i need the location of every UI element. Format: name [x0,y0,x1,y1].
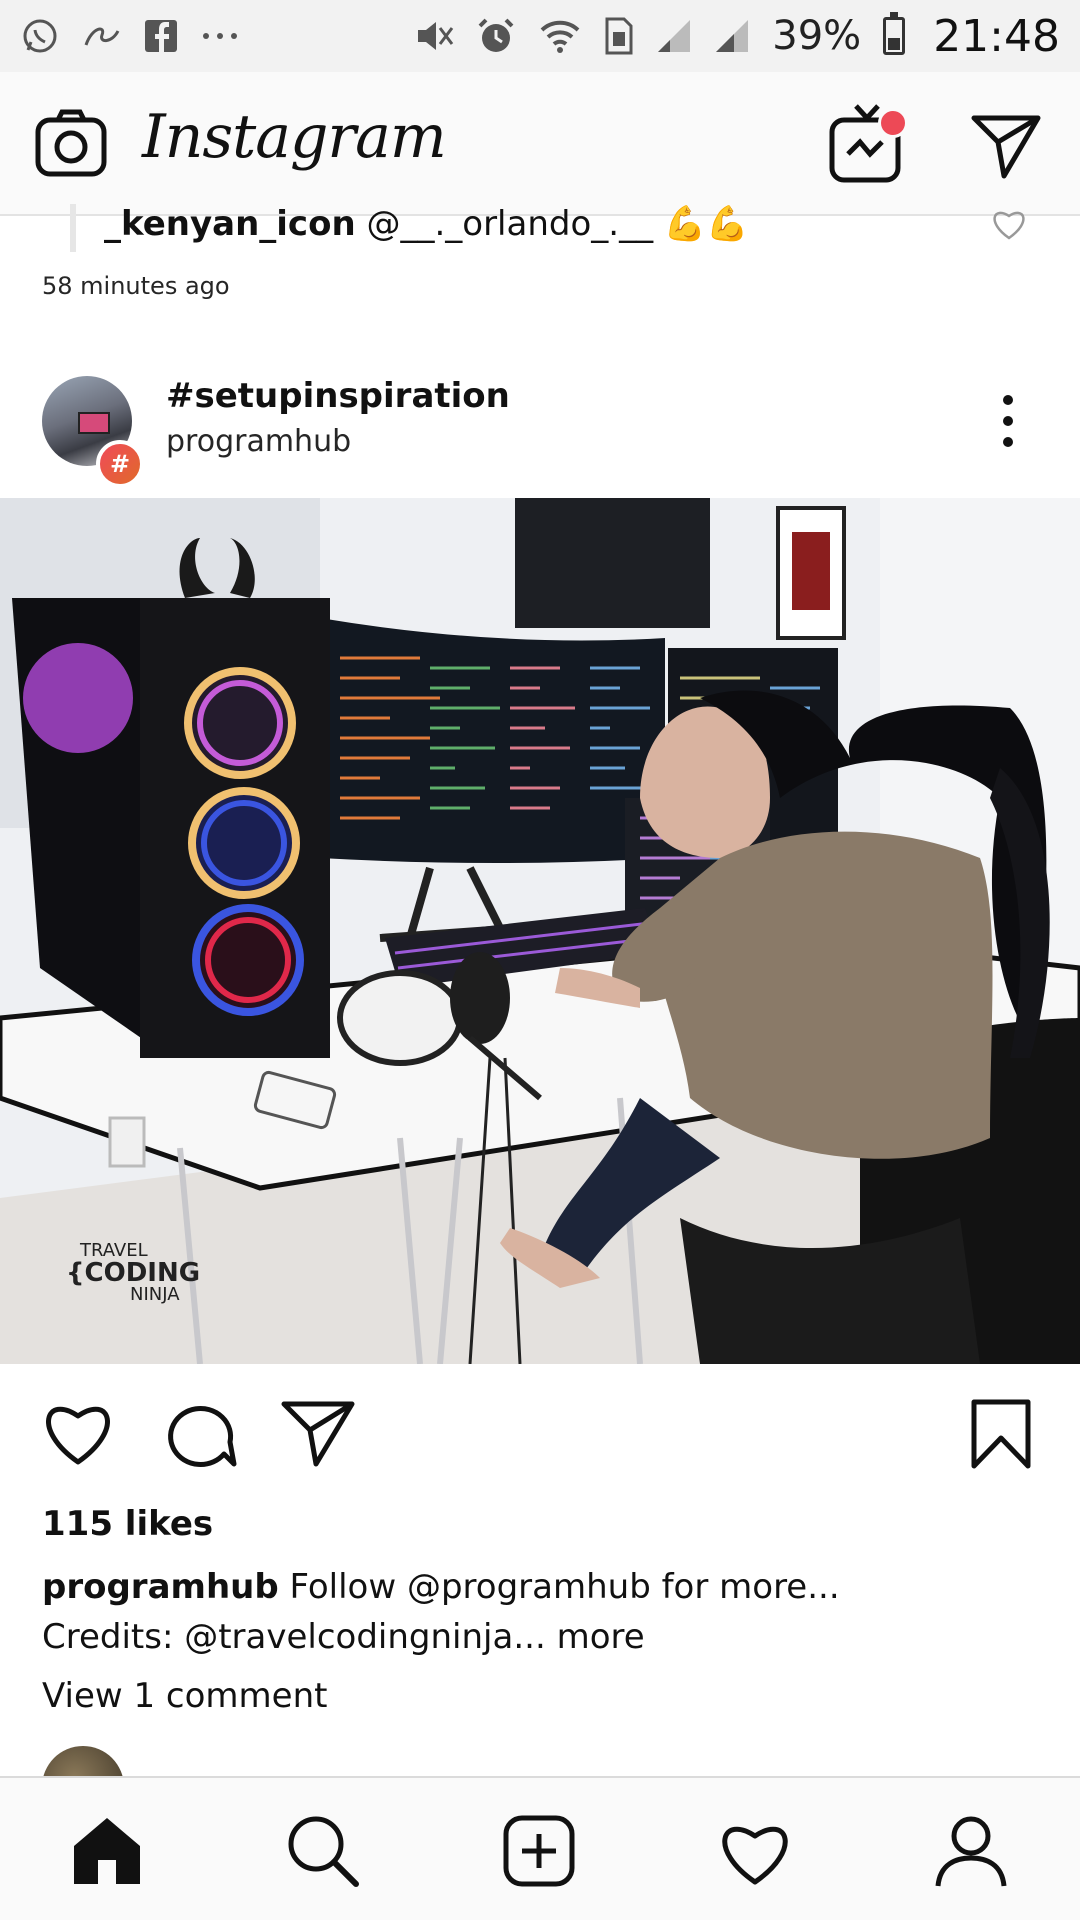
previous-post-timestamp: 58 minutes ago [42,272,230,300]
new-post-icon[interactable] [500,1812,578,1890]
save-bookmark-icon[interactable] [968,1398,1034,1470]
sim-icon [604,16,634,56]
previous-comment: _kenyan_icon @__._orlando_.__ 💪💪 [70,204,749,252]
battery-percent: 39% [772,13,862,59]
facebook-icon [144,19,178,53]
comment-bubble-icon[interactable] [162,1398,238,1468]
caption-user[interactable]: programhub [42,1567,279,1607]
previous-comment-text: @__._orlando_.__ 💪💪 [366,204,749,244]
image-watermark: TRAVEL {CODING NINJA [66,1242,200,1304]
view-comments-link[interactable]: View 1 comment [42,1676,327,1716]
signal-icon [714,18,750,54]
activity-icon[interactable] [716,1812,794,1890]
previous-comment-user[interactable]: _kenyan_icon [104,204,356,244]
whatsapp-icon [20,16,60,56]
post-account[interactable]: programhub [166,424,351,459]
igtv-notification-dot [878,108,908,138]
status-bar: 39% 21:48 [0,0,1080,72]
caption-line1: Follow @programhub for more... [289,1567,840,1607]
comment-like-heart-icon[interactable] [990,206,1028,242]
share-send-icon[interactable] [280,1398,356,1468]
direct-message-icon[interactable] [970,112,1042,180]
like-count[interactable]: 115 likes [42,1504,213,1544]
watermark-line3: NINJA [130,1284,180,1305]
avatar-photo-detail [78,412,110,434]
status-bar-system: 39% 21:48 [414,11,1060,62]
battery-icon [883,12,906,55]
home-icon[interactable] [68,1812,146,1890]
instagram-logo: Instagram [142,102,447,172]
app-header: Instagram [0,72,1080,216]
more-options-icon[interactable] [996,394,1020,448]
post-caption: programhub Follow @programhub for more..… [42,1562,1042,1662]
link-icon [82,21,122,51]
status-bar-notifications [20,16,240,56]
alarm-icon [476,16,516,56]
caption-line2: Credits: @travelcodingninja... [42,1617,546,1657]
camera-icon[interactable] [34,106,108,180]
profile-icon[interactable] [932,1812,1010,1890]
mute-icon [414,16,454,56]
hashtag-badge: # [96,440,144,488]
like-heart-icon[interactable] [40,1398,116,1468]
wifi-icon [538,16,582,56]
battery-fill [888,38,901,50]
thread-line [70,204,76,252]
watermark-line2: {CODING [66,1258,201,1288]
post-photo[interactable]: TRAVEL {CODING NINJA [0,498,1080,1364]
post-hashtag[interactable]: #setupinspiration [166,376,510,416]
bottom-nav [0,1776,1080,1920]
clock: 21:48 [933,10,1060,62]
caption-more-link[interactable]: more [557,1617,645,1657]
more-dots-icon [200,30,240,42]
search-icon[interactable] [284,1812,362,1890]
signal-icon [656,18,692,54]
